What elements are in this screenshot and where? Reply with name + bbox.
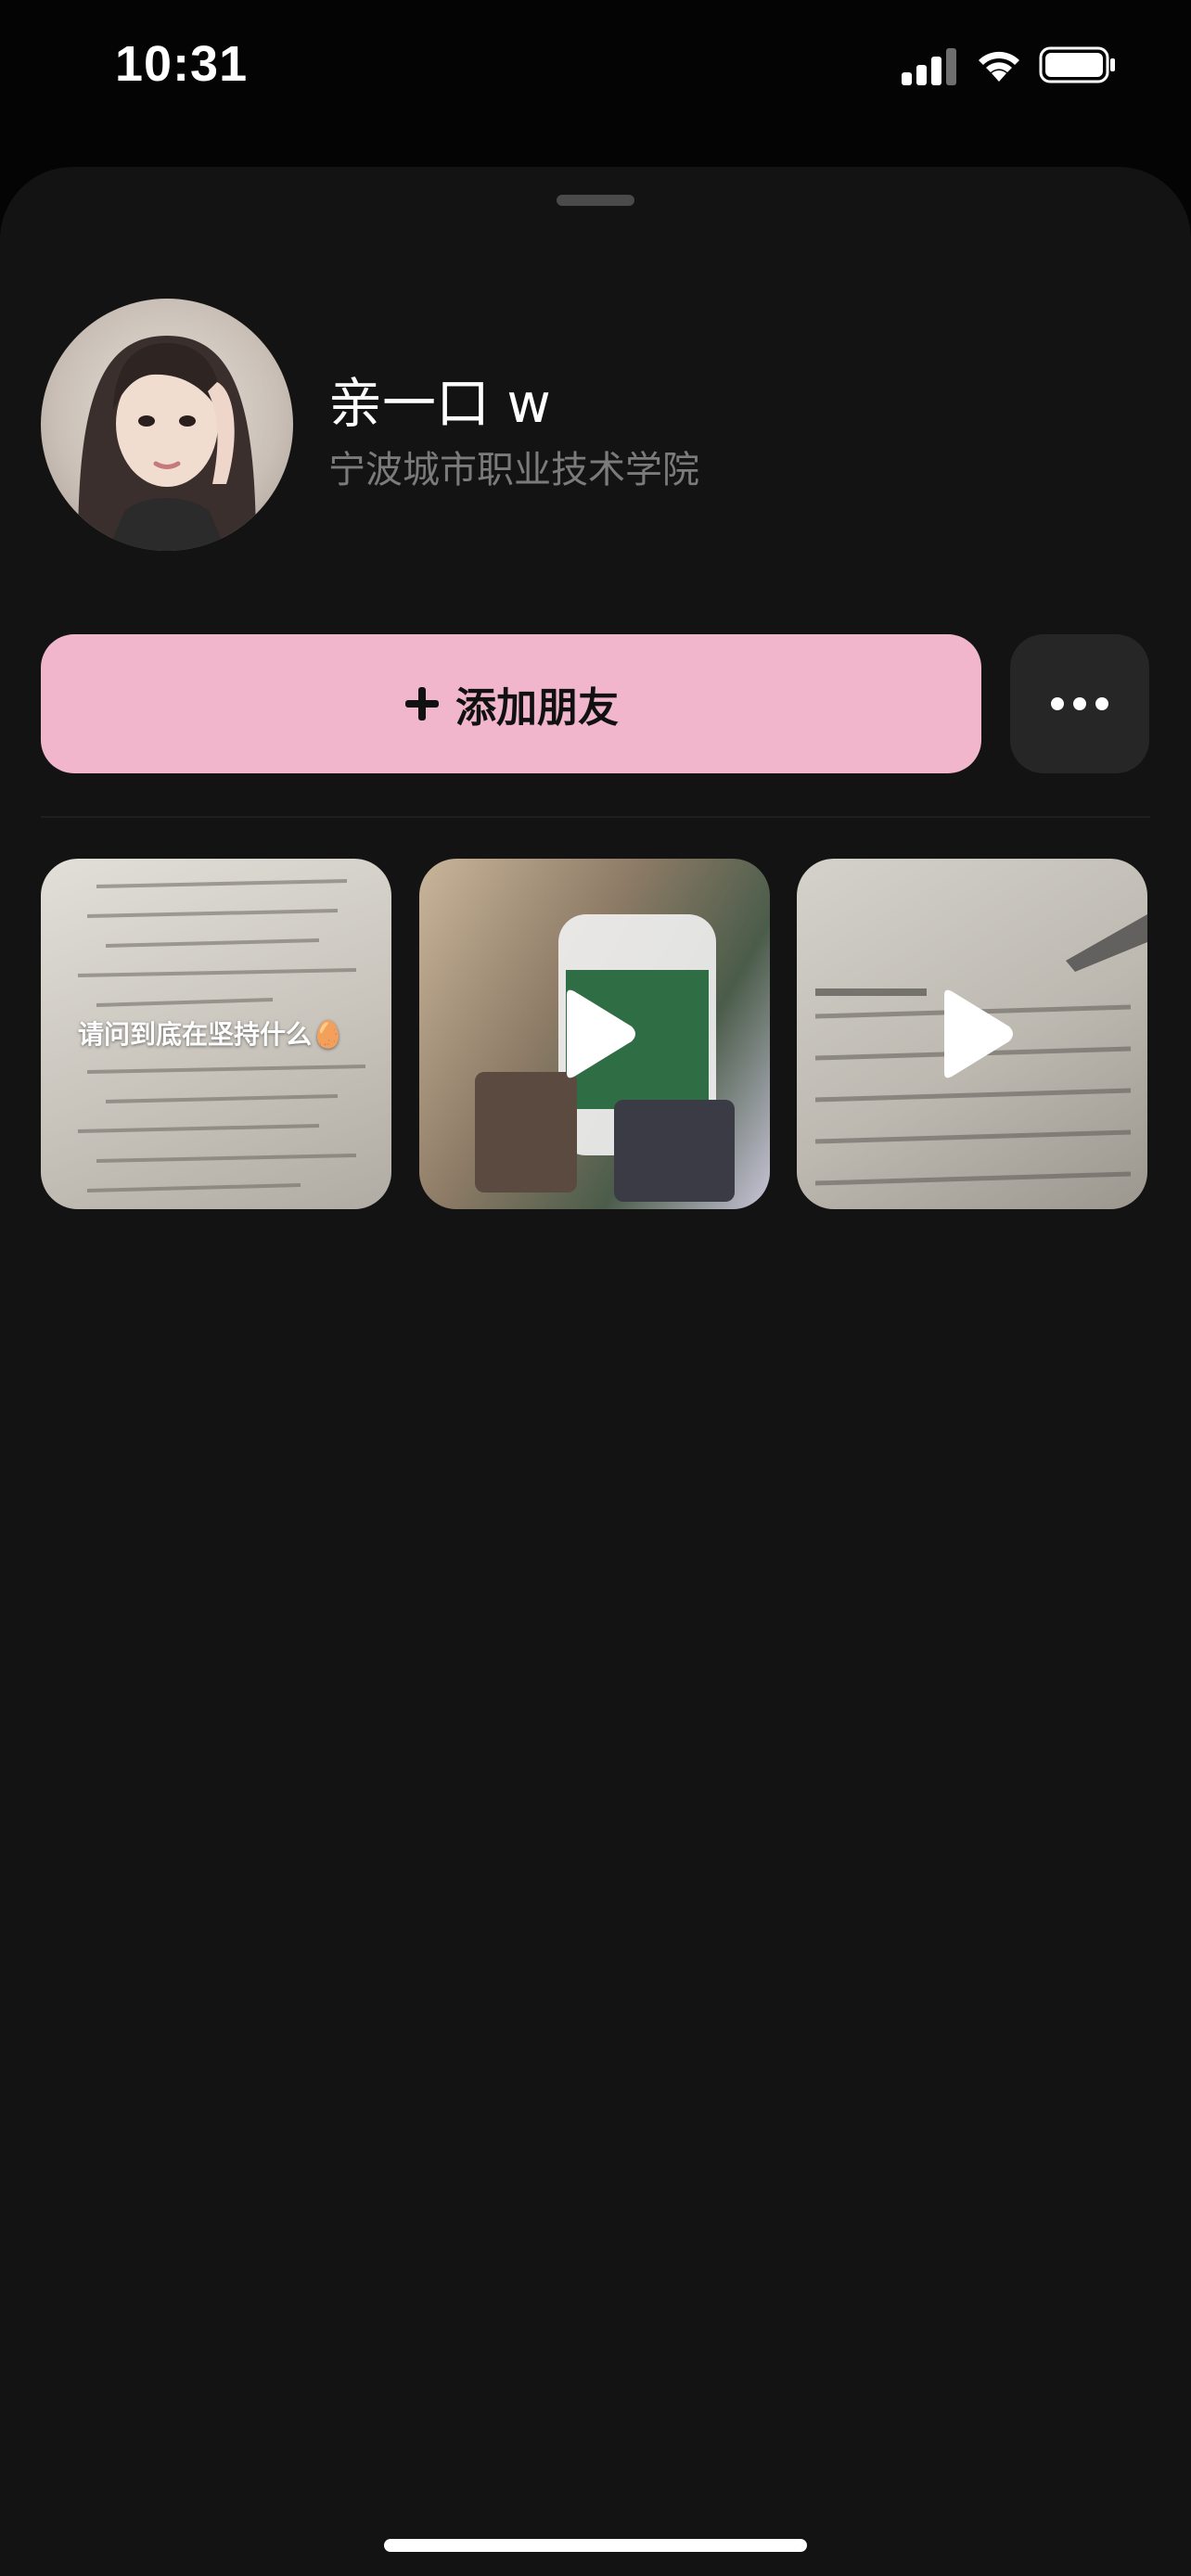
user-avatar-photo xyxy=(78,336,256,551)
divider xyxy=(41,816,1150,818)
sheet-grabber[interactable] xyxy=(557,195,634,206)
home-indicator[interactable] xyxy=(384,2539,807,2552)
status-time: 10:31 xyxy=(115,36,249,92)
avatar[interactable] xyxy=(41,299,293,551)
play-icon xyxy=(567,989,635,1078)
post-tile[interactable]: 请问到底在坚持什么🥚 xyxy=(41,859,391,1209)
add-friend-button[interactable]: 添加朋友 xyxy=(41,634,981,773)
ellipsis-icon xyxy=(1051,697,1108,710)
more-button[interactable] xyxy=(1010,634,1149,773)
battery-icon xyxy=(1039,46,1115,83)
plus-icon xyxy=(405,687,439,721)
posts-grid: 请问到底在坚持什么🥚 xyxy=(41,859,1150,1209)
status-bar: 10:31 xyxy=(0,0,1191,139)
profile-sheet: 亲一口 w 宁波城市职业技术学院 添加朋友 请问到底在坚持什么🥚 xyxy=(0,167,1191,2576)
post-caption: 请问到底在坚持什么🥚 xyxy=(78,1019,344,1050)
profile-school: 宁波城市职业技术学院 xyxy=(328,449,699,491)
add-friend-label: 添加朋友 xyxy=(455,684,619,732)
play-icon xyxy=(944,989,1013,1078)
post-tile[interactable] xyxy=(419,859,770,1209)
wifi-icon xyxy=(979,51,1019,82)
post-tile[interactable] xyxy=(797,859,1147,1209)
profile-name: 亲一口 w xyxy=(328,372,551,435)
cellular-signal-icon xyxy=(902,48,956,85)
